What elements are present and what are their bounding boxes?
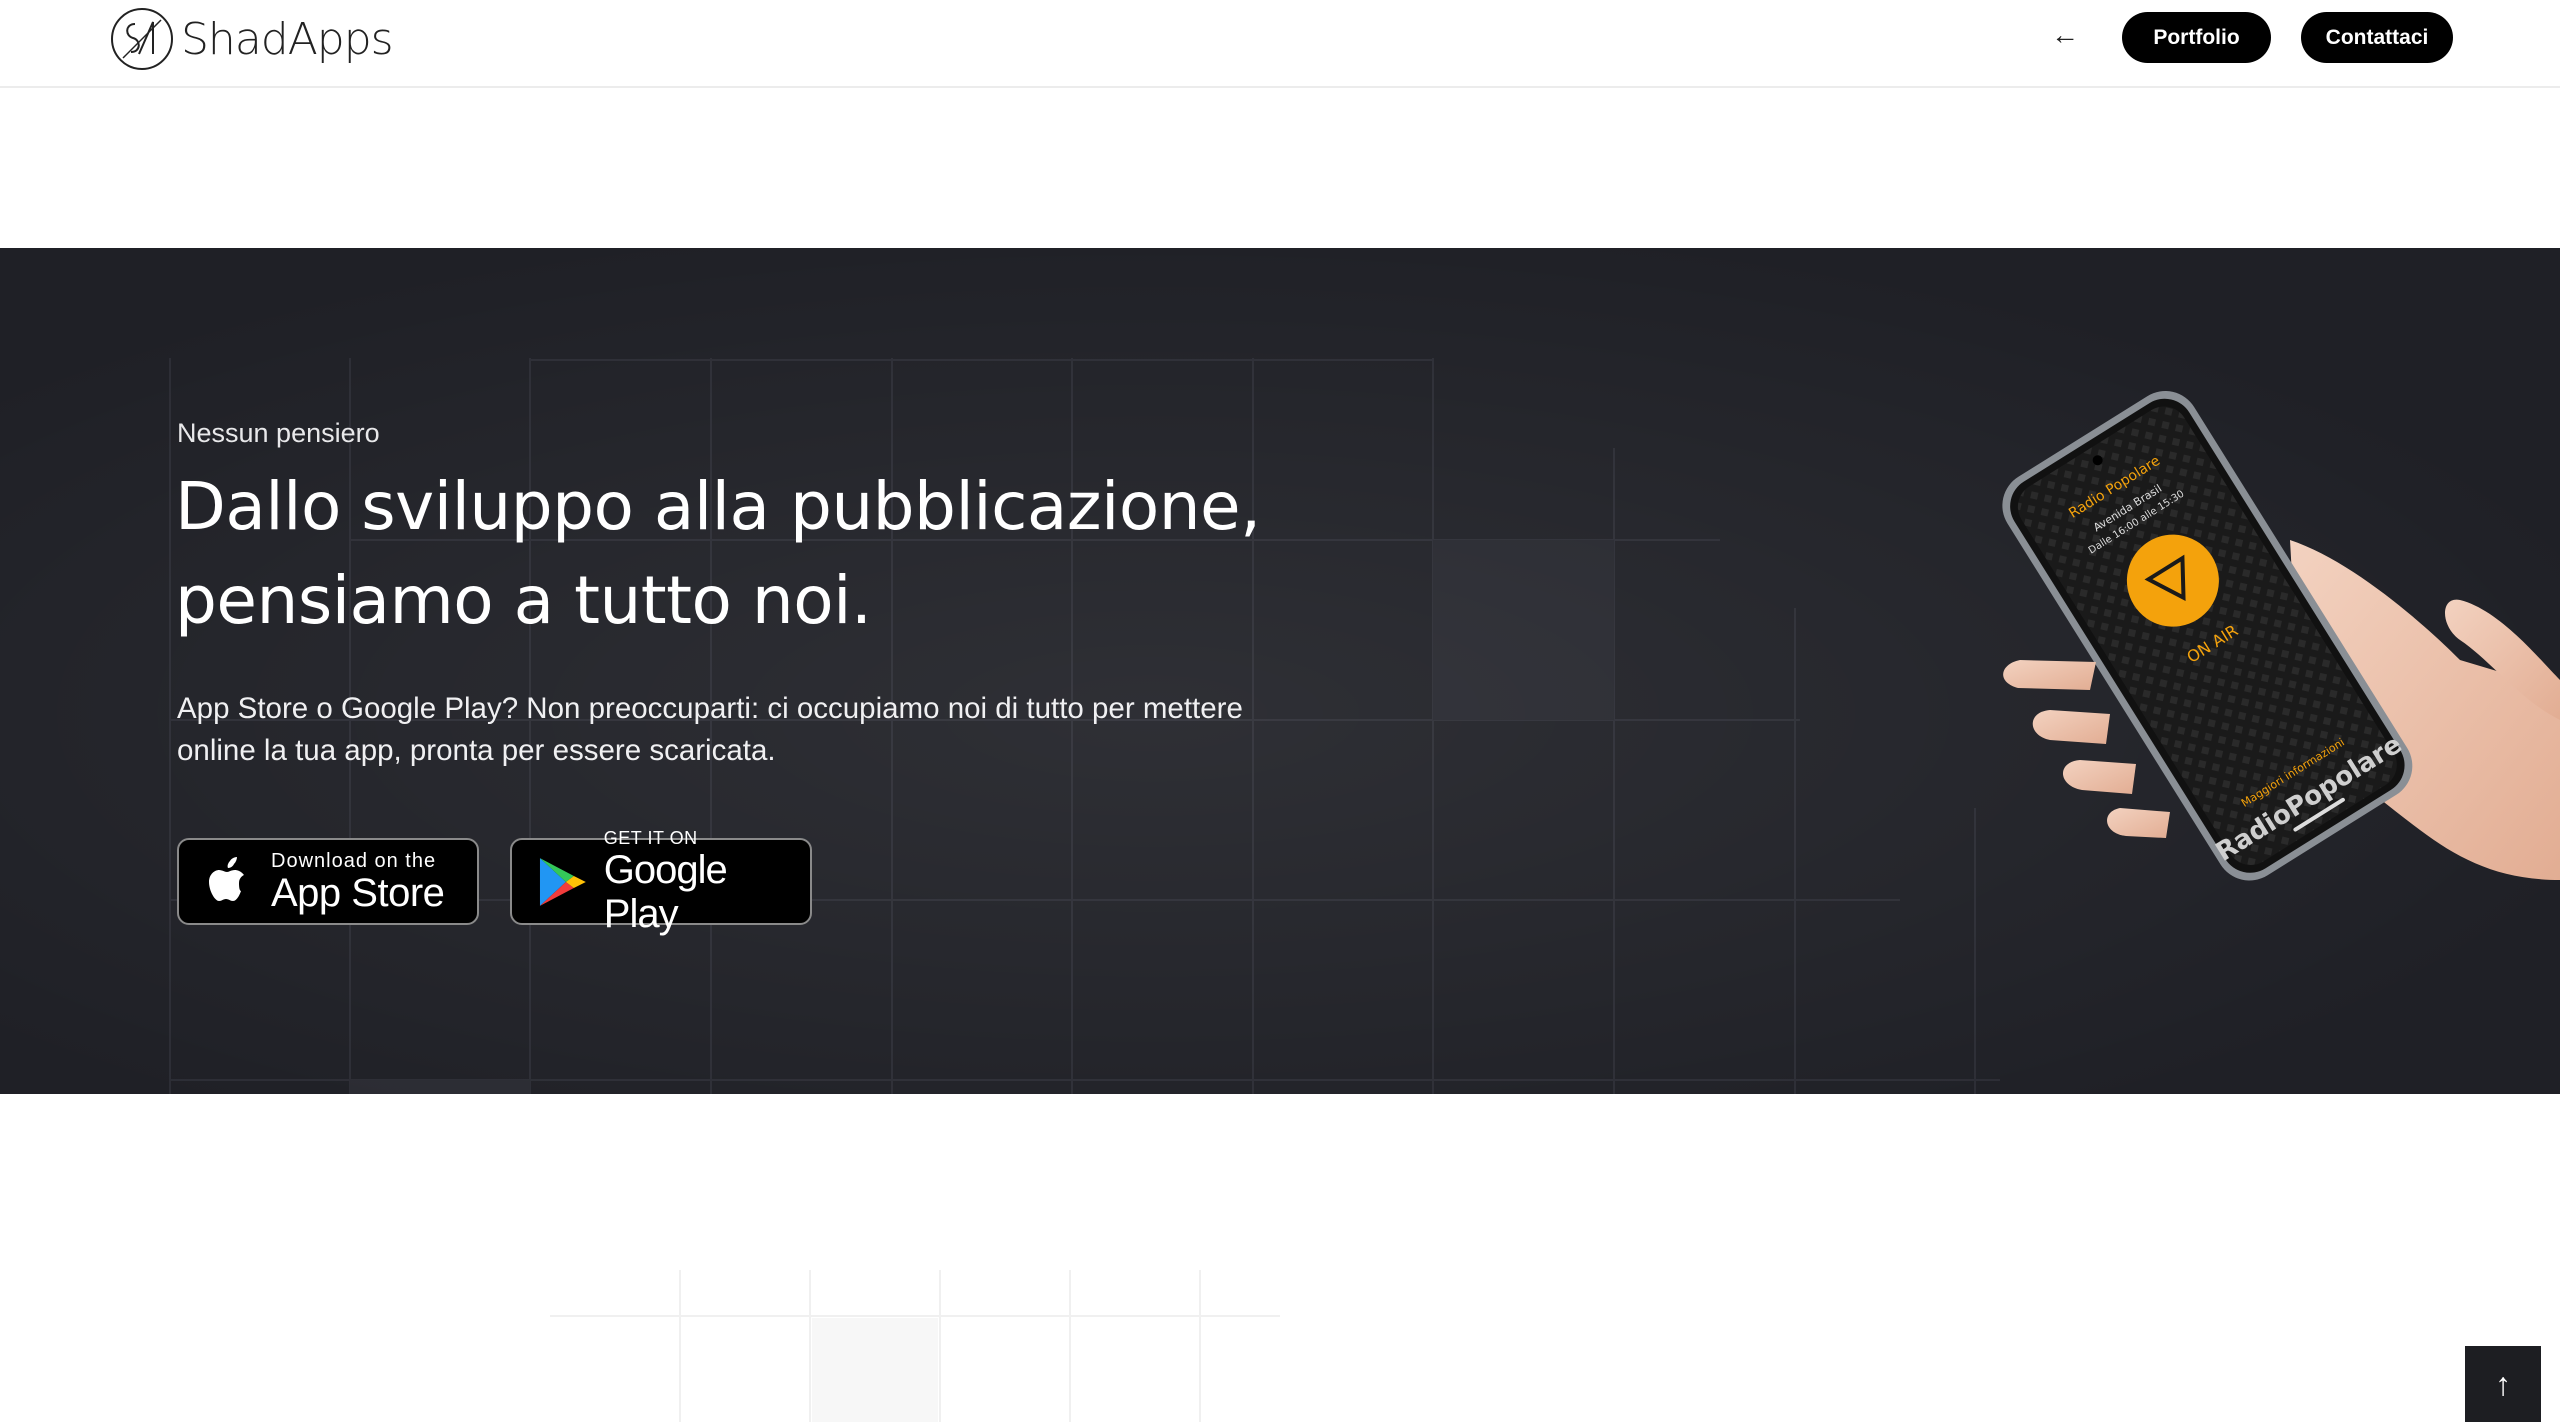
back-arrow-icon[interactable]: ← xyxy=(2050,18,2080,52)
portfolio-button[interactable]: Portfolio xyxy=(2122,12,2271,63)
section-eyebrow: Nessun pensiero xyxy=(177,418,380,448)
site-header: ShadApps ← Portfolio Contattaci xyxy=(0,0,2560,88)
google-play-text: GET IT ON Google Play xyxy=(604,828,810,936)
section-description: App Store o Google Play? Non preoccupart… xyxy=(177,688,1407,772)
arrow-up-icon: ↑ xyxy=(2495,1365,2511,1402)
google-play-badge[interactable]: GET IT ON Google Play xyxy=(510,828,812,936)
section-headline: Dallo sviluppo alla pubblicazione, pensi… xyxy=(175,460,1475,648)
publishing-section: Nessun pensiero Dallo sviluppo alla pubb… xyxy=(0,248,2560,1094)
apple-logo-icon xyxy=(209,856,244,901)
logo-mark-icon xyxy=(111,8,173,70)
google-play-logo-icon xyxy=(539,857,586,906)
logo-text: ShadApps xyxy=(181,13,394,65)
app-store-text: Download on the App Store xyxy=(271,849,445,915)
google-play-small-label: GET IT ON xyxy=(603,827,698,848)
app-store-small-label: Download on the xyxy=(271,849,437,872)
app-store-big-label: App Store xyxy=(271,870,445,915)
description-line-2: online la tua app, pronta per essere sca… xyxy=(177,734,776,767)
headline-line-1: Dallo sviluppo alla pubblicazione, xyxy=(175,468,1261,545)
logo[interactable]: ShadApps xyxy=(109,4,394,74)
scroll-to-top-button[interactable]: ↑ xyxy=(2465,1346,2541,1422)
google-play-big-label: Google Play xyxy=(603,847,728,936)
lower-grid-background xyxy=(550,1270,1280,1422)
description-line-1: App Store o Google Play? Non preoccupart… xyxy=(177,692,1243,725)
phone-in-hand-illustration: Radio Popolare Avenida Brasil Dalle 16:0… xyxy=(2002,391,2560,881)
headline-line-2: pensiamo a tutto noi. xyxy=(175,562,872,639)
contact-button[interactable]: Contattaci xyxy=(2301,12,2453,63)
app-store-badge[interactable]: Download on the App Store xyxy=(177,838,479,925)
